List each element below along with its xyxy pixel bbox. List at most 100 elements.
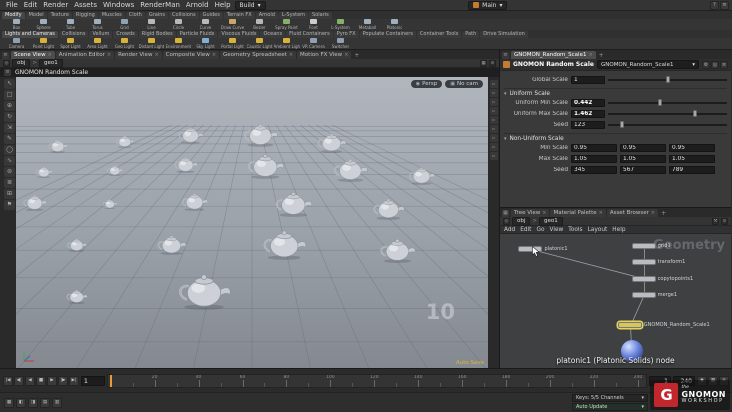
close-icon[interactable]: ×: [651, 210, 655, 216]
add-tab-icon[interactable]: +: [597, 52, 606, 59]
teapot-object[interactable]: [102, 194, 119, 205]
shelf-tab-rigid-bodies[interactable]: Rigid Bodies: [138, 31, 176, 38]
close-icon[interactable]: ×: [154, 52, 158, 58]
menu-help[interactable]: Help: [212, 1, 234, 9]
menu-assets[interactable]: Assets: [71, 1, 100, 9]
node-merge1[interactable]: merge1: [631, 291, 677, 298]
close-icon[interactable]: ×: [107, 52, 111, 58]
help-icon[interactable]: ?: [710, 0, 719, 10]
pane-tab-motion-fx-view[interactable]: Motion FX View ×: [297, 51, 352, 59]
shelf-tab-texture[interactable]: Texture: [47, 12, 72, 19]
shelf-tab-model[interactable]: Model: [25, 12, 47, 19]
teapot-object[interactable]: [378, 236, 419, 263]
close-icon[interactable]: ×: [542, 210, 546, 216]
network-menu-view[interactable]: View: [550, 227, 564, 233]
prev-key-button[interactable]: ◀|: [14, 375, 24, 386]
uniform-max-slider[interactable]: [608, 110, 727, 118]
teapot-object[interactable]: [106, 161, 124, 173]
shelf-tool-box[interactable]: Box: [3, 19, 30, 30]
rows-layout-icon[interactable]: ▤: [40, 397, 50, 408]
shelf-tab-lights-and-cameras[interactable]: Lights and Cameras: [2, 31, 58, 38]
pane-tab-composite-view[interactable]: Composite View ×: [162, 51, 220, 59]
seed-slider[interactable]: [608, 121, 727, 129]
shelf-tab-solaris[interactable]: Solaris: [309, 12, 332, 19]
view-option-icon[interactable]: ▫: [489, 143, 498, 151]
menu-arnold[interactable]: Arnold: [183, 1, 212, 9]
shelf-tab-container-tools[interactable]: Container Tools: [416, 31, 462, 38]
columns-layout-icon[interactable]: ▥: [52, 397, 62, 408]
network-tab-asset-browser[interactable]: Asset Browser ×: [606, 209, 659, 217]
shelf-tool-circle[interactable]: Circle: [165, 19, 192, 30]
pane-tab-render-view[interactable]: Render View ×: [115, 51, 162, 59]
shelf-tool-spot-light[interactable]: Spot Light: [57, 38, 84, 49]
shelf-tool-camera[interactable]: Camera: [3, 38, 30, 49]
teapot-object[interactable]: [332, 156, 371, 182]
slider-handle[interactable]: [665, 76, 670, 83]
menu-render[interactable]: Render: [40, 1, 71, 9]
pin-icon[interactable]: ◎: [503, 217, 510, 225]
circle-tool-icon[interactable]: ◯: [4, 145, 15, 155]
menu-renderman[interactable]: RenderMan: [137, 1, 183, 9]
global-scale-slider[interactable]: [608, 76, 727, 84]
max-scale-y-field[interactable]: 1.05: [620, 154, 666, 163]
seed-field[interactable]: 123: [571, 120, 605, 129]
teapot-object[interactable]: [66, 237, 89, 252]
shelf-tab-cloth[interactable]: Cloth: [125, 12, 145, 19]
rotate-icon[interactable]: ↻: [4, 112, 15, 122]
shelf-tab-particle-fluids[interactable]: Particle Fluids: [176, 31, 218, 38]
param-node-name-field[interactable]: GNOMON_Random_Scale1 ▾: [596, 60, 699, 69]
node-shape[interactable]: [631, 275, 656, 282]
teapot-object[interactable]: [260, 227, 310, 260]
network-view-icon[interactable]: ▦: [502, 210, 509, 217]
shelf-tab-populate-containers[interactable]: Populate Containers: [359, 31, 416, 38]
auto-update-dropdown[interactable]: Auto Update ▾: [572, 403, 648, 411]
node-shape[interactable]: [631, 259, 656, 266]
timeline-ruler[interactable]: 20 40 60 80 100 120 140 160 180 200 220 240: [107, 373, 647, 388]
teapot-object[interactable]: [172, 155, 199, 173]
shelf-tool-distant-light[interactable]: Distant Light: [138, 38, 165, 49]
path-context-chip[interactable]: obj: [12, 58, 31, 68]
window-menu-icon[interactable]: ≡: [720, 0, 729, 10]
close-icon[interactable]: ×: [48, 52, 52, 58]
list-icon[interactable]: ≣: [4, 178, 15, 188]
shelf-tool-draw-curve[interactable]: Draw Curve: [219, 19, 246, 30]
teapot-object[interactable]: [371, 196, 407, 220]
menu-icon[interactable]: ≡: [720, 60, 728, 69]
teapot-object[interactable]: [180, 191, 210, 211]
translate-icon[interactable]: ⊕: [4, 101, 15, 111]
edit-icon[interactable]: ✎: [4, 134, 15, 144]
menu-edit[interactable]: Edit: [21, 1, 41, 9]
close-icon[interactable]: ×: [212, 52, 216, 58]
shelf-tool-l-system[interactable]: L-System: [327, 19, 354, 30]
shelf-tab-oceans[interactable]: Oceans: [260, 31, 286, 38]
shelf-tab-fluid-containers[interactable]: Fluid Containers: [286, 31, 333, 38]
shelf-tool-tube[interactable]: Tube: [57, 19, 84, 30]
teapot-object[interactable]: [47, 138, 70, 153]
teapot-object[interactable]: [407, 165, 437, 185]
global-scale-field[interactable]: 1: [571, 75, 605, 84]
playhead[interactable]: [109, 374, 113, 387]
state-menu-icon[interactable]: ≡: [4, 69, 11, 76]
node-shape[interactable]: [631, 291, 656, 298]
view-option-icon[interactable]: ▫: [489, 152, 498, 160]
next-key-button[interactable]: |▶: [58, 375, 68, 386]
shelf-tool-caustic-light[interactable]: Caustic Light: [246, 38, 273, 49]
min-scale-y-field[interactable]: 0.95: [620, 143, 666, 152]
node-platonic1[interactable]: platonic1: [518, 246, 568, 253]
pathbar-menu-icon[interactable]: ≡: [721, 217, 728, 225]
max-scale-z-field[interactable]: 1.05: [669, 154, 715, 163]
shelf-tool-sky-light[interactable]: Sky Light: [192, 38, 219, 49]
gear-icon[interactable]: ⚙: [702, 60, 710, 69]
node-shape[interactable]: [617, 322, 642, 329]
network-menu-go[interactable]: Go: [536, 227, 544, 233]
shelf-tool-grid[interactable]: Grid: [111, 19, 138, 30]
nonuniform-scale-section[interactable]: ▾ Non-Uniform Scale: [504, 133, 727, 142]
shelf-tab-vellum[interactable]: Vellum: [89, 31, 113, 38]
pane-menu-icon[interactable]: ≡: [2, 52, 9, 59]
close-icon[interactable]: ×: [599, 210, 603, 216]
pane-tab-geometry-spreadsheet[interactable]: Geometry Spreadsheet ×: [220, 51, 297, 59]
view-option-icon[interactable]: ▫: [489, 98, 498, 106]
shelf-tool-platonic[interactable]: Platonic: [381, 19, 408, 30]
view-option-icon[interactable]: ▫: [489, 116, 498, 124]
shelf-tab-viscous-fluids[interactable]: Viscous Fluids: [218, 31, 260, 38]
